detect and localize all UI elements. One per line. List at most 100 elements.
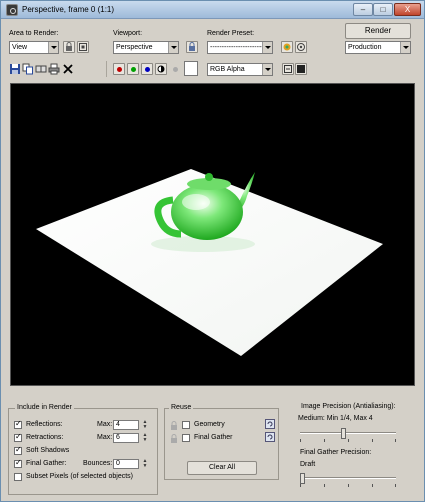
reflections-max-label: Max: xyxy=(97,421,113,428)
reflections-label: Reflections: xyxy=(26,421,63,428)
image-precision-title: Image Precision (Antialiasing): xyxy=(301,403,396,410)
chevron-down-icon xyxy=(262,42,272,53)
subset-pixels-label: Subset Pixels (of selected objects) xyxy=(26,473,133,480)
final-gather-precision-value: Draft xyxy=(300,461,316,468)
window-title: Perspective, frame 0 (1:1) xyxy=(22,5,115,14)
image-precision-value: Medium: Min 1/4, Max 4 xyxy=(298,415,373,422)
render-preset-dropdown[interactable]: -------------------------- xyxy=(207,41,273,54)
tick xyxy=(372,439,373,442)
render-window: Perspective, frame 0 (1:1) – □ X Area to… xyxy=(0,0,425,502)
crop-icon[interactable] xyxy=(77,41,89,53)
render-preset-label: Render Preset: xyxy=(207,30,255,37)
final-gather-precision-slider[interactable] xyxy=(300,473,305,484)
spinner-arrows-icon[interactable]: ▲ ▼ xyxy=(142,459,148,469)
tick xyxy=(300,484,301,487)
title-bar[interactable]: Perspective, frame 0 (1:1) – □ X xyxy=(1,1,424,19)
geometry-lock-icon[interactable] xyxy=(170,421,178,430)
viewport-lock-icon[interactable] xyxy=(186,41,198,53)
refractions-max-label: Max: xyxy=(97,434,113,441)
tick xyxy=(324,439,325,442)
green-dot-icon xyxy=(131,67,136,72)
reflections-max-input[interactable]: 4 xyxy=(113,420,139,430)
include-in-render-group: Include in Render Reflections: Max: 4 ▲▼… xyxy=(8,404,158,495)
final-gather-label: Final Gather: xyxy=(26,460,67,467)
image-precision-track[interactable] xyxy=(300,432,396,434)
render-button[interactable]: Render xyxy=(345,23,411,39)
refresh-icon[interactable] xyxy=(265,432,275,442)
clear-all-button[interactable]: Clear All xyxy=(187,461,257,475)
reuse-group: Reuse Geometry Final Gather Clear All xyxy=(164,404,279,480)
blue-dot-icon xyxy=(145,67,150,72)
close-button[interactable]: X xyxy=(394,3,421,16)
toggle-ui-icon[interactable] xyxy=(295,63,307,75)
tick xyxy=(348,484,349,487)
bounces-label: Bounces: xyxy=(83,460,113,467)
viewport-dropdown[interactable]: Perspective xyxy=(113,41,179,54)
toolbar-separator xyxy=(106,61,107,77)
viewport-value: Perspective xyxy=(116,44,153,51)
color-swatch[interactable] xyxy=(184,61,198,76)
reflections-checkbox[interactable] xyxy=(14,419,22,429)
blue-channel-toggle[interactable] xyxy=(141,63,153,75)
lock-icon[interactable] xyxy=(63,41,75,53)
chevron-down-icon xyxy=(400,42,410,53)
image-precision-slider[interactable] xyxy=(340,428,346,439)
minimize-button[interactable]: – xyxy=(353,3,373,16)
area-to-render-label: Area to Render: xyxy=(9,30,59,37)
red-channel-toggle[interactable] xyxy=(113,63,125,75)
red-dot-icon xyxy=(117,67,122,72)
chevron-down-icon xyxy=(262,64,272,75)
channel-value: RGB Alpha xyxy=(210,66,245,73)
half-circle-icon xyxy=(157,65,165,73)
reuse-group-title: Reuse xyxy=(169,404,194,411)
print-icon[interactable] xyxy=(48,63,60,75)
channel-dropdown[interactable]: RGB Alpha xyxy=(207,63,273,76)
reuse-final-gather-label: Final Gather xyxy=(194,434,233,441)
mono-channel-toggle[interactable] xyxy=(169,63,181,75)
reuse-final-gather-checkbox[interactable] xyxy=(182,434,190,442)
alpha-channel-toggle[interactable] xyxy=(155,63,167,75)
soft-shadows-label: Soft Shadows xyxy=(26,447,70,454)
app-icon xyxy=(6,4,18,16)
copy-icon[interactable] xyxy=(22,63,34,75)
include-group-title: Include in Render xyxy=(15,404,74,411)
final-gather-checkbox[interactable] xyxy=(14,458,22,468)
spinner-arrows-icon[interactable]: ▲ ▼ xyxy=(142,420,148,430)
maximize-button[interactable]: □ xyxy=(373,3,393,16)
tick xyxy=(395,484,396,487)
clear-x-icon[interactable] xyxy=(62,63,74,75)
subset-pixels-checkbox[interactable] xyxy=(14,473,22,481)
rendered-scene xyxy=(36,169,383,356)
final-gather-precision-track[interactable] xyxy=(300,477,396,479)
spinner-arrows-icon[interactable]: ▲ ▼ xyxy=(142,433,148,443)
reuse-geometry-label: Geometry xyxy=(194,421,225,428)
viewport-label: Viewport: xyxy=(113,30,143,37)
refractions-max-input[interactable]: 6 xyxy=(113,433,139,443)
render-mode-dropdown[interactable]: Production xyxy=(345,41,411,54)
tick xyxy=(395,439,396,442)
render-setup-icon[interactable] xyxy=(281,41,293,53)
final-gather-lock-icon[interactable] xyxy=(170,434,178,443)
soft-shadows-checkbox[interactable] xyxy=(14,445,22,455)
chevron-down-icon xyxy=(48,42,58,53)
environment-icon[interactable] xyxy=(295,41,307,53)
toggle-ui-overlay-icon[interactable] xyxy=(282,63,294,75)
final-gather-precision-title: Final Gather Precision: xyxy=(300,449,372,456)
chevron-down-icon xyxy=(168,42,178,53)
save-icon[interactable] xyxy=(9,63,21,75)
refresh-icon[interactable] xyxy=(265,419,275,429)
green-channel-toggle[interactable] xyxy=(127,63,139,75)
tick xyxy=(300,439,301,442)
area-to-render-value: View xyxy=(12,44,28,51)
refractions-checkbox[interactable] xyxy=(14,432,22,442)
gray-dot-icon xyxy=(173,67,178,72)
render-mode-value: Production xyxy=(348,44,382,51)
bounces-input[interactable]: 0 xyxy=(113,459,139,469)
tick xyxy=(372,484,373,487)
refractions-label: Retractions: xyxy=(26,434,64,441)
reuse-geometry-checkbox[interactable] xyxy=(182,421,190,429)
tick xyxy=(348,439,349,442)
area-to-render-dropdown[interactable]: View xyxy=(9,41,59,54)
render-viewport[interactable] xyxy=(10,83,415,386)
clone-window-icon[interactable] xyxy=(35,63,47,75)
